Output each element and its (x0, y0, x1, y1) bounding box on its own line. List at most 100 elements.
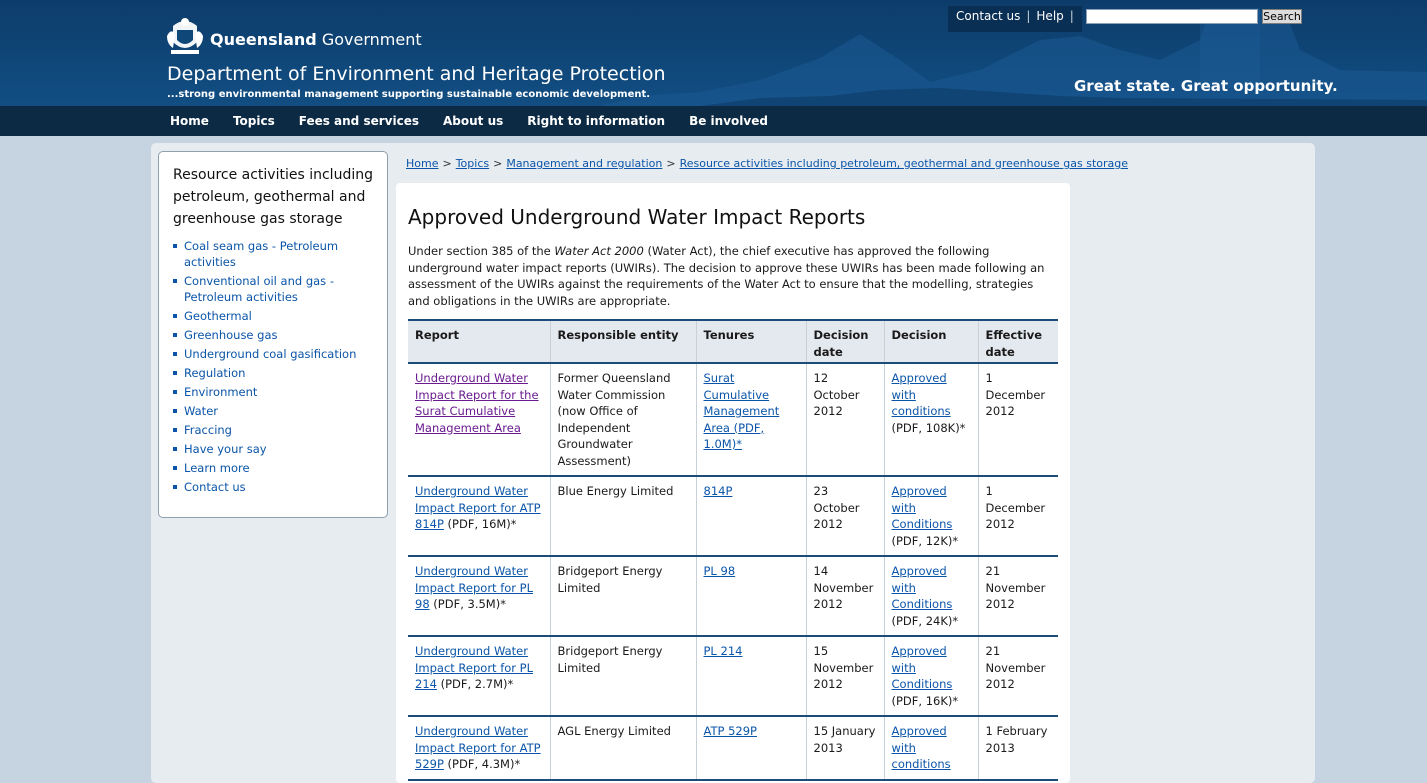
sidebar-item-geothermal[interactable]: Geothermal (184, 309, 252, 323)
decision-link[interactable]: Approved with Conditions (892, 644, 953, 691)
breadcrumb-management-regulation[interactable]: Management and regulation (506, 157, 662, 170)
nav-home[interactable]: Home (170, 114, 209, 128)
sidebar-item: Learn more (173, 460, 373, 476)
column-header-report: Report (408, 319, 550, 364)
sidebar-item: Have your say (173, 441, 373, 457)
brand-bold: Queensland (210, 30, 317, 49)
report-file-info: (PDF, 16M)* (443, 517, 517, 531)
sidebar-item: Greenhouse gas (173, 327, 373, 343)
section-sidebar: Resource activities including petroleum,… (158, 151, 388, 518)
column-header-tenures: Tenures (695, 319, 806, 364)
sidebar-item: Environment (173, 384, 373, 400)
decision-file-info: (PDF, 12K)* (891, 533, 959, 548)
column-header-effective-date: Effective date (977, 319, 1058, 364)
nav-be-involved[interactable]: Be involved (689, 114, 768, 128)
entity-cell: Bridgeport Energy Limited (549, 556, 696, 637)
sidebar-item-greenhouse-gas[interactable]: Greenhouse gas (184, 328, 278, 342)
tenure-cell: PL 98 (695, 556, 806, 637)
report-cell: Underground Water Impact Report for PL 9… (408, 556, 550, 637)
sidebar-item: Geothermal (173, 308, 373, 324)
sidebar-item-water[interactable]: Water (184, 404, 218, 418)
sidebar-title[interactable]: Resource activities including petroleum,… (173, 164, 373, 230)
table-row: Underground Water Impact Report for ATP … (408, 476, 1058, 557)
breadcrumb-home[interactable]: Home (406, 157, 438, 170)
act-name: Water Act 2000 (554, 244, 644, 258)
nav-right-to-information[interactable]: Right to information (527, 114, 665, 128)
tenure-link[interactable]: PL 98 (704, 564, 736, 578)
sidebar-item: Conventional oil and gas - Petroleum act… (173, 273, 373, 305)
decision-file-info: (PDF, 16K)* (891, 693, 959, 708)
entity-cell: Bridgeport Energy Limited (549, 636, 696, 717)
report-file-info: (PDF, 4.3M)* (443, 757, 521, 771)
divider: | (1069, 9, 1074, 23)
tenure-link[interactable]: ATP 529P (704, 724, 757, 738)
decision-cell: Approved with conditions (PDF, 108K)* (883, 363, 978, 477)
decision-link[interactable]: Approved with conditions (892, 724, 951, 771)
report-file-info: (PDF, 2.7M)* (436, 677, 514, 691)
table-row: Underground Water Impact Report for ATP … (408, 716, 1058, 781)
sidebar-item-fraccing[interactable]: Fraccing (184, 423, 232, 437)
column-header-responsible-entity: Responsible entity (549, 319, 696, 364)
effective-date-cell: 21 November 2012 (977, 556, 1058, 637)
department-name[interactable]: Department of Environment and Heritage P… (167, 63, 666, 85)
decision-date-cell: 23 October 2012 (805, 476, 884, 557)
column-header-decision-date: Decision date (805, 319, 884, 364)
sidebar-item: Contact us (173, 479, 373, 495)
tenure-link[interactable]: Surat Cumulative Management Area (PDF, 1… (704, 371, 780, 451)
decision-link[interactable]: Approved with Conditions (892, 484, 953, 531)
table-header-row: Report Responsible entity Tenures Decisi… (408, 319, 1058, 364)
search-button[interactable]: Search (1262, 9, 1302, 24)
sidebar-item-coal-seam-gas[interactable]: Coal seam gas - Petroleum activities (184, 239, 338, 269)
decision-date-cell: 14 November 2012 (805, 556, 884, 637)
decision-link[interactable]: Approved with Conditions (892, 564, 953, 611)
table-row: Underground Water Impact Report for PL 9… (408, 556, 1058, 637)
help-link[interactable]: Help (1036, 9, 1063, 23)
tenure-cell: ATP 529P (695, 716, 806, 781)
uwir-table: Report Responsible entity Tenures Decisi… (408, 319, 1058, 781)
decision-file-info: (PDF, 108K)* (891, 420, 966, 435)
effective-date-cell: 1 February 2013 (977, 716, 1058, 781)
sidebar-menu: Coal seam gas - Petroleum activities Con… (173, 238, 373, 495)
decision-date-cell: 15 January 2013 (805, 716, 884, 781)
main-content: Approved Underground Water Impact Report… (396, 183, 1070, 783)
tenure-link[interactable]: 814P (704, 484, 733, 498)
sidebar-item: Coal seam gas - Petroleum activities (173, 238, 373, 270)
department-tagline: ...strong environmental management suppo… (167, 89, 651, 100)
sidebar-item-learn-more[interactable]: Learn more (184, 461, 250, 475)
contact-us-link[interactable]: Contact us (956, 9, 1020, 23)
nav-topics[interactable]: Topics (233, 114, 275, 128)
chevron-right-icon: > (493, 157, 503, 170)
tenure-cell: 814P (695, 476, 806, 557)
sidebar-item-contact-us[interactable]: Contact us (184, 480, 246, 494)
sidebar-item-environment[interactable]: Environment (184, 385, 257, 399)
nav-fees-and-services[interactable]: Fees and services (299, 114, 419, 128)
column-header-decision: Decision (883, 319, 978, 364)
queensland-crest-logo (167, 18, 203, 54)
chevron-right-icon: > (666, 157, 676, 170)
state-slogan: Great state. Great opportunity. (1074, 77, 1338, 95)
utility-links: Contact us | Help | (948, 6, 1082, 32)
entity-cell: Blue Energy Limited (549, 476, 696, 557)
report-cell: Underground Water Impact Report for ATP … (408, 716, 550, 781)
decision-cell: Approved with Conditions (PDF, 16K)* (883, 636, 978, 717)
effective-date-cell: 21 November 2012 (977, 636, 1058, 717)
report-link[interactable]: Underground Water Impact Report for the … (415, 371, 539, 435)
nav-about-us[interactable]: About us (443, 114, 503, 128)
intro-text: Under section 385 of the (408, 244, 555, 258)
breadcrumb-topics[interactable]: Topics (456, 157, 489, 170)
report-cell: Underground Water Impact Report for ATP … (408, 476, 550, 557)
tenure-link[interactable]: PL 214 (704, 644, 743, 658)
search-input[interactable] (1086, 9, 1258, 24)
queensland-government-brand[interactable]: Queensland Government (210, 30, 422, 49)
entity-cell: AGL Energy Limited (549, 716, 696, 781)
divider: | (1026, 9, 1031, 23)
sidebar-item: Underground coal gasification (173, 346, 373, 362)
decision-cell: Approved with Conditions (PDF, 24K)* (883, 556, 978, 637)
sidebar-item-conventional-oil-gas[interactable]: Conventional oil and gas - Petroleum act… (184, 274, 334, 304)
decision-date-cell: 12 October 2012 (805, 363, 884, 477)
decision-link[interactable]: Approved with conditions (892, 371, 951, 418)
breadcrumb-resource-activities[interactable]: Resource activities including petroleum,… (680, 157, 1128, 170)
sidebar-item-underground-coal-gasification[interactable]: Underground coal gasification (184, 347, 356, 361)
sidebar-item-regulation[interactable]: Regulation (184, 366, 245, 380)
sidebar-item-have-your-say[interactable]: Have your say (184, 442, 267, 456)
